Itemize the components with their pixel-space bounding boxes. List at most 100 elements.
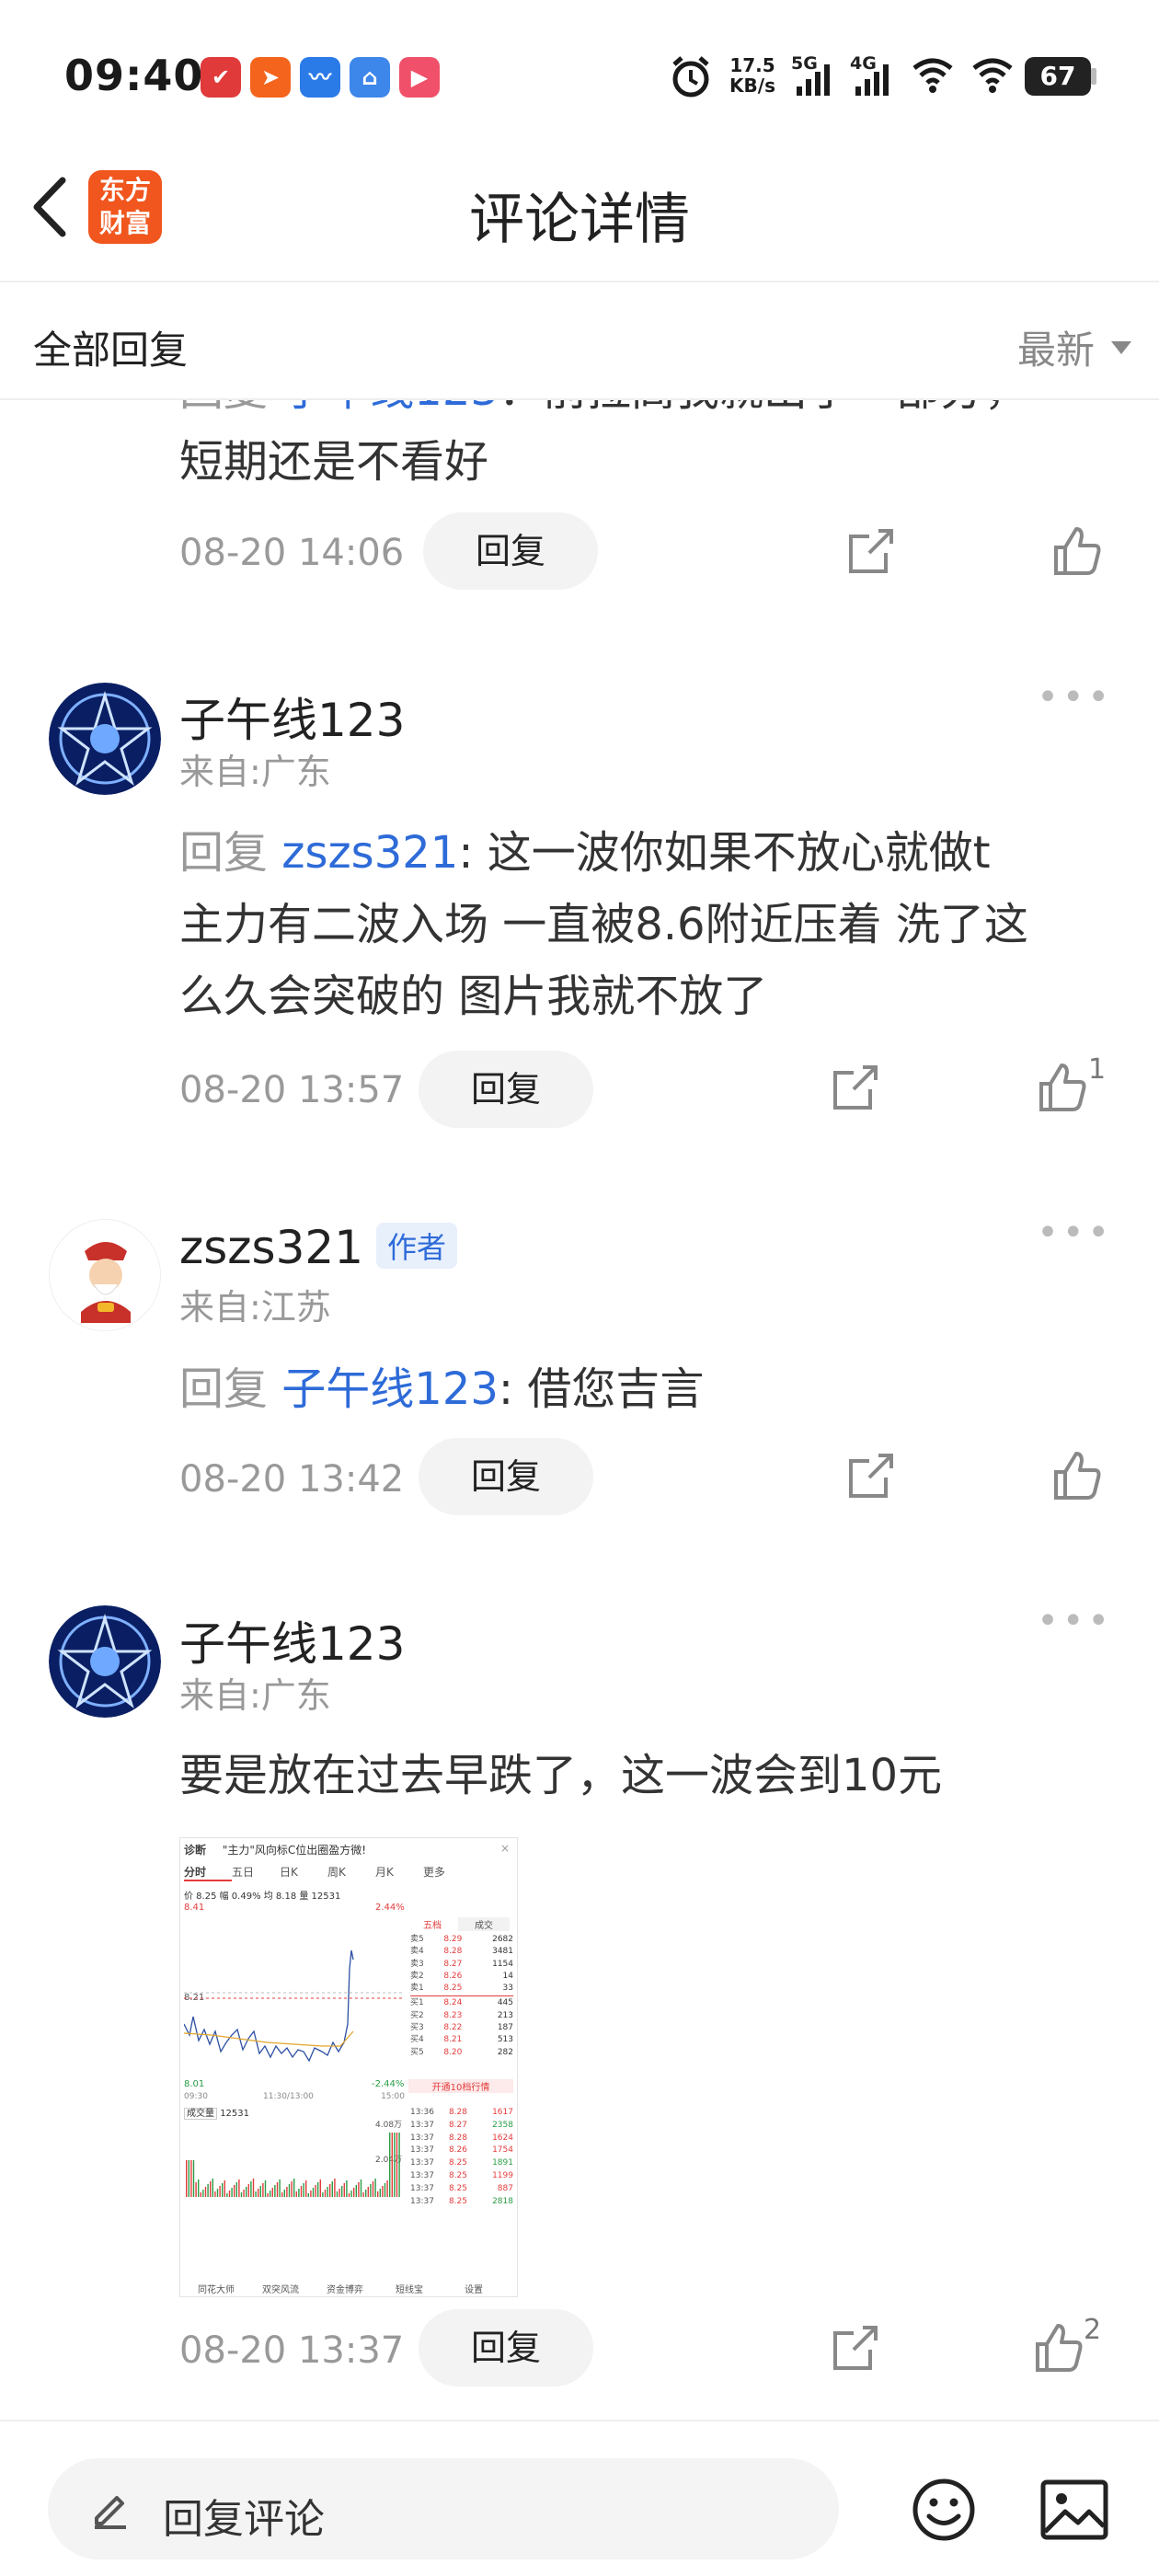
username[interactable]: 子午线123 (179, 1607, 405, 1673)
comment-image[interactable]: 诊断 "主力"风向标C位出圈盈方微! × 分时 五日 日K 周K 月K 更多 价 8.25… (179, 1837, 518, 2297)
volume-bar (286, 2187, 288, 2197)
img-footer-item: 短线宝 (396, 2285, 423, 2295)
orderbook-vol: 3481 (492, 1947, 513, 1957)
img-footer-item: 设置 (465, 2285, 483, 2295)
avatar-image-icon (49, 1605, 161, 1718)
trade-price: 8.27 (448, 2120, 467, 2130)
trade-row: 13:36 8.28 1617 (410, 2107, 513, 2120)
volume-bar (279, 2179, 281, 2197)
volume-bar (362, 2192, 364, 2197)
img-tab: 周K (327, 1866, 346, 1879)
img-footer-item: 资金博弈 (327, 2285, 363, 2295)
orderbook-label: 买5 (410, 2047, 424, 2057)
emoji-icon[interactable] (911, 2477, 977, 2543)
volume-bar (291, 2181, 293, 2197)
mention-link[interactable]: zszs321 (281, 827, 458, 879)
volume-bar (382, 2186, 384, 2197)
volume-bar (247, 2184, 249, 2197)
trade-vol: 1617 (492, 2108, 513, 2117)
trade-row: 13:37 8.25 887 (410, 2183, 513, 2196)
comment-time: 08-20 13:37 (179, 2329, 405, 2372)
more-options-icon[interactable]: ••• (1037, 1212, 1113, 1254)
volume-bar (271, 2188, 273, 2197)
orderbook-price: 8.27 (443, 1959, 463, 1969)
user-avatar[interactable] (49, 1605, 161, 1718)
volume-bar (384, 2183, 386, 2197)
orderbook-label: 买4 (410, 2035, 424, 2045)
img-tab: 分时 (184, 1864, 232, 1881)
volume-bar (240, 2192, 243, 2197)
orderbook-row: 买4 8.21 513 (410, 2034, 513, 2046)
comment-text: 回复 子午线123: 借您吉言 (179, 1363, 705, 1415)
user-avatar[interactable] (49, 1219, 161, 1331)
volume-bar (281, 2192, 283, 2197)
user-avatar[interactable] (49, 683, 161, 795)
volume-bar (293, 2179, 295, 2197)
volume-bar (341, 2186, 343, 2197)
reply-button[interactable]: 回复 (423, 512, 598, 590)
orderbook-divider (410, 1995, 513, 1997)
like-count: 2 (1084, 2314, 1102, 2346)
share-icon[interactable] (826, 2318, 885, 2377)
volume-bar (322, 2192, 324, 2197)
trade-vol: 1754 (492, 2145, 513, 2156)
reply-button[interactable]: 回复 (419, 1051, 593, 1128)
thumbs-up-icon[interactable] (1028, 2318, 1087, 2377)
img-orderbook: 卖5 8.29 2682 卖4 8.28 3481 卖3 8.27 1154 卖2 8.26 14 卖1… (410, 1934, 513, 2059)
comment-time: 08-20 14:06 (179, 532, 405, 574)
thumbs-up-icon[interactable] (1047, 522, 1106, 581)
share-icon[interactable] (842, 522, 901, 581)
volume-bar (195, 2182, 197, 2197)
orderbook-row: 买1 8.24 445 (410, 1997, 513, 2009)
share-icon[interactable] (826, 1058, 885, 1117)
volume-bar (274, 2185, 276, 2197)
volume-bar (255, 2191, 257, 2197)
img-open-10: 开通10档行情 (408, 2079, 513, 2093)
wifi-icon (972, 58, 1013, 93)
volume-bar (346, 2180, 348, 2197)
image-picker-icon[interactable] (1039, 2478, 1109, 2541)
mention-link[interactable]: 子午线123 (281, 1363, 499, 1415)
avatar-image-icon (50, 1220, 160, 1330)
author-badge: 作者 (376, 1222, 458, 1269)
trade-vol: 1624 (492, 2133, 513, 2143)
app-notification-icon: ✔ (201, 57, 241, 98)
volume-bar (202, 2190, 204, 2197)
thumbs-up-icon[interactable] (1032, 1058, 1091, 1117)
reply-placeholder: 回复评论 (163, 2496, 325, 2543)
username[interactable]: zszs321 作者 (179, 1221, 458, 1274)
comment-feed[interactable]: 回复 子午线123：前拉高我就出了一部分， 短期还是不看好 08-20 14:0… (0, 400, 1159, 2420)
app-notification-icon: 〰 (300, 57, 340, 98)
signal-bars-icon (855, 64, 889, 96)
reply-button[interactable]: 回复 (419, 2309, 593, 2386)
volume-bar (283, 2190, 285, 2197)
sort-dropdown[interactable]: 最新 (1017, 319, 1131, 375)
volume-bar (228, 2191, 231, 2197)
img-price-top: 8.41 (184, 1903, 205, 1913)
trade-vol: 1891 (492, 2158, 513, 2168)
volume-bar (348, 2193, 350, 2197)
alarm-icon (672, 56, 709, 98)
volume-bar (243, 2190, 245, 2197)
orderbook-vol: 445 (497, 1998, 513, 2008)
orderbook-vol: 513 (497, 2035, 513, 2045)
volume-bar (192, 2160, 195, 2197)
more-options-icon[interactable]: ••• (1037, 676, 1113, 719)
thumbs-up-icon[interactable] (1047, 1446, 1106, 1505)
more-options-icon[interactable]: ••• (1037, 1600, 1113, 1642)
volume-bar (210, 2181, 212, 2197)
volume-bar (374, 2179, 376, 2197)
username[interactable]: 子午线123 (179, 684, 405, 750)
like-count: 1 (1088, 1053, 1107, 1086)
trade-vol: 887 (497, 2183, 513, 2193)
reply-button[interactable]: 回复 (419, 1438, 593, 1515)
mention-link[interactable]: 子午线123 (281, 400, 499, 416)
reply-input[interactable]: 回复评论 (48, 2458, 839, 2559)
app-notification-icon: ➤ (250, 57, 291, 98)
orderbook-label: 卖5 (410, 1935, 424, 1944)
volume-bar (250, 2181, 252, 2197)
comment-text: 回复 zszs321: 这一波你如果不放心就做t 主力有二波入场 一直被8.6附… (179, 827, 1028, 1022)
orderbook-row: 卖5 8.29 2682 (410, 1934, 513, 1946)
share-icon[interactable] (842, 1446, 901, 1505)
trade-time: 13:37 (410, 2196, 434, 2206)
